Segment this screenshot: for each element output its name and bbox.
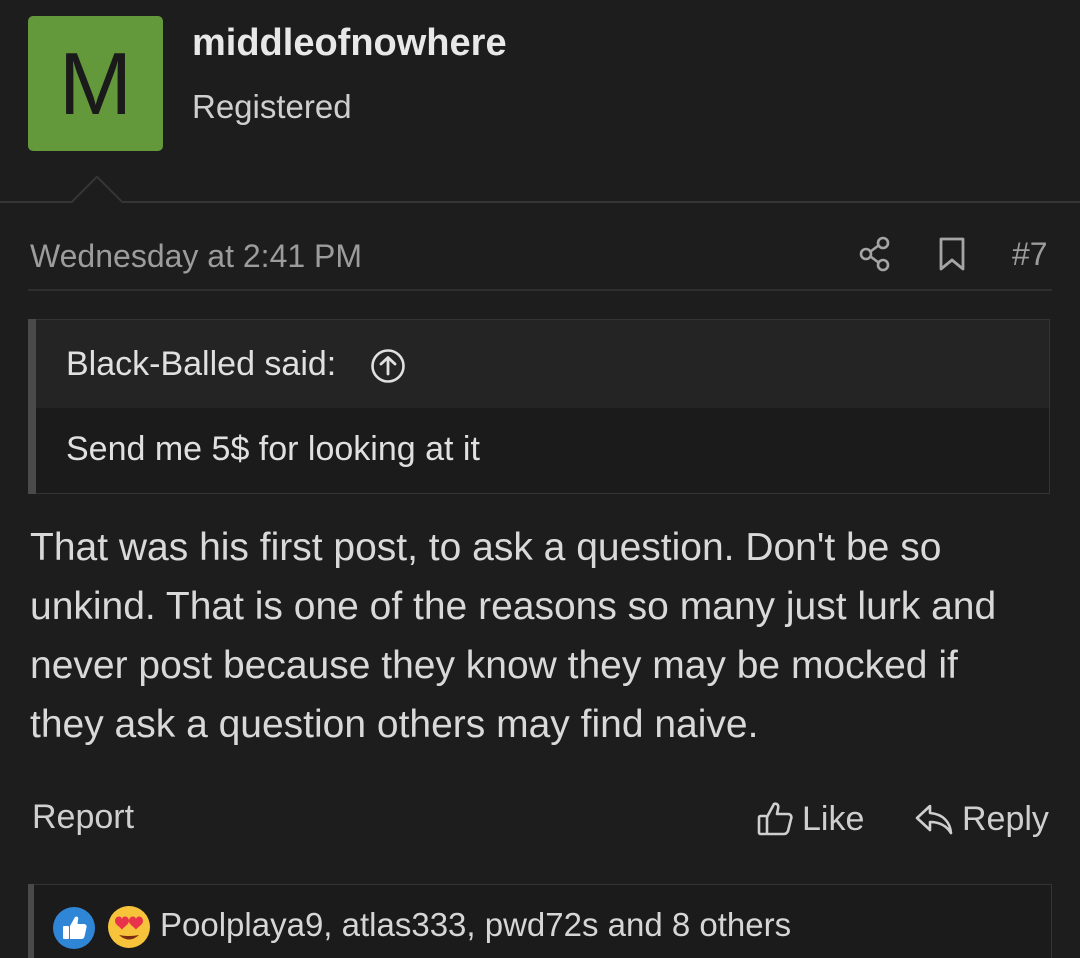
love-reaction-icon[interactable] <box>106 904 152 950</box>
arrow-notch <box>68 176 122 203</box>
user-header: M middleofnowhere Registered <box>0 0 1080 202</box>
report-link[interactable]: Report <box>32 798 134 837</box>
reply-label: Reply <box>962 799 1049 838</box>
like-reaction-icon[interactable] <box>52 906 96 950</box>
like-label: Like <box>802 799 865 838</box>
reactions-list[interactable]: Poolplaya9, atlas333, pwd72s and 8 other… <box>160 906 791 944</box>
quote-bar <box>28 319 36 494</box>
post-message: That was his first post, to ask a questi… <box>30 526 997 746</box>
user-title: Registered <box>192 88 352 125</box>
avatar-letter: M <box>58 33 133 133</box>
reactions-accent <box>28 884 34 958</box>
meta-divider <box>28 289 1052 291</box>
reply-icon <box>915 804 953 835</box>
like-button[interactable]: Like <box>756 798 864 840</box>
reply-button[interactable]: Reply <box>914 798 1049 840</box>
avatar[interactable]: M <box>28 16 163 151</box>
quote-text: Send me 5$ for looking at it <box>66 430 480 468</box>
username[interactable]: middleofnowhere <box>192 22 507 65</box>
post-date[interactable]: Wednesday at 2:41 PM <box>30 238 362 275</box>
arrow-up-circle-icon[interactable] <box>370 348 406 384</box>
thumbs-up-icon <box>757 802 793 836</box>
quote-author[interactable]: Black-Balled said: <box>66 345 336 384</box>
header-divider <box>0 201 1080 203</box>
bookmark-icon[interactable] <box>938 236 966 272</box>
post-number[interactable]: #7 <box>1012 236 1048 273</box>
share-icon[interactable] <box>858 236 892 272</box>
